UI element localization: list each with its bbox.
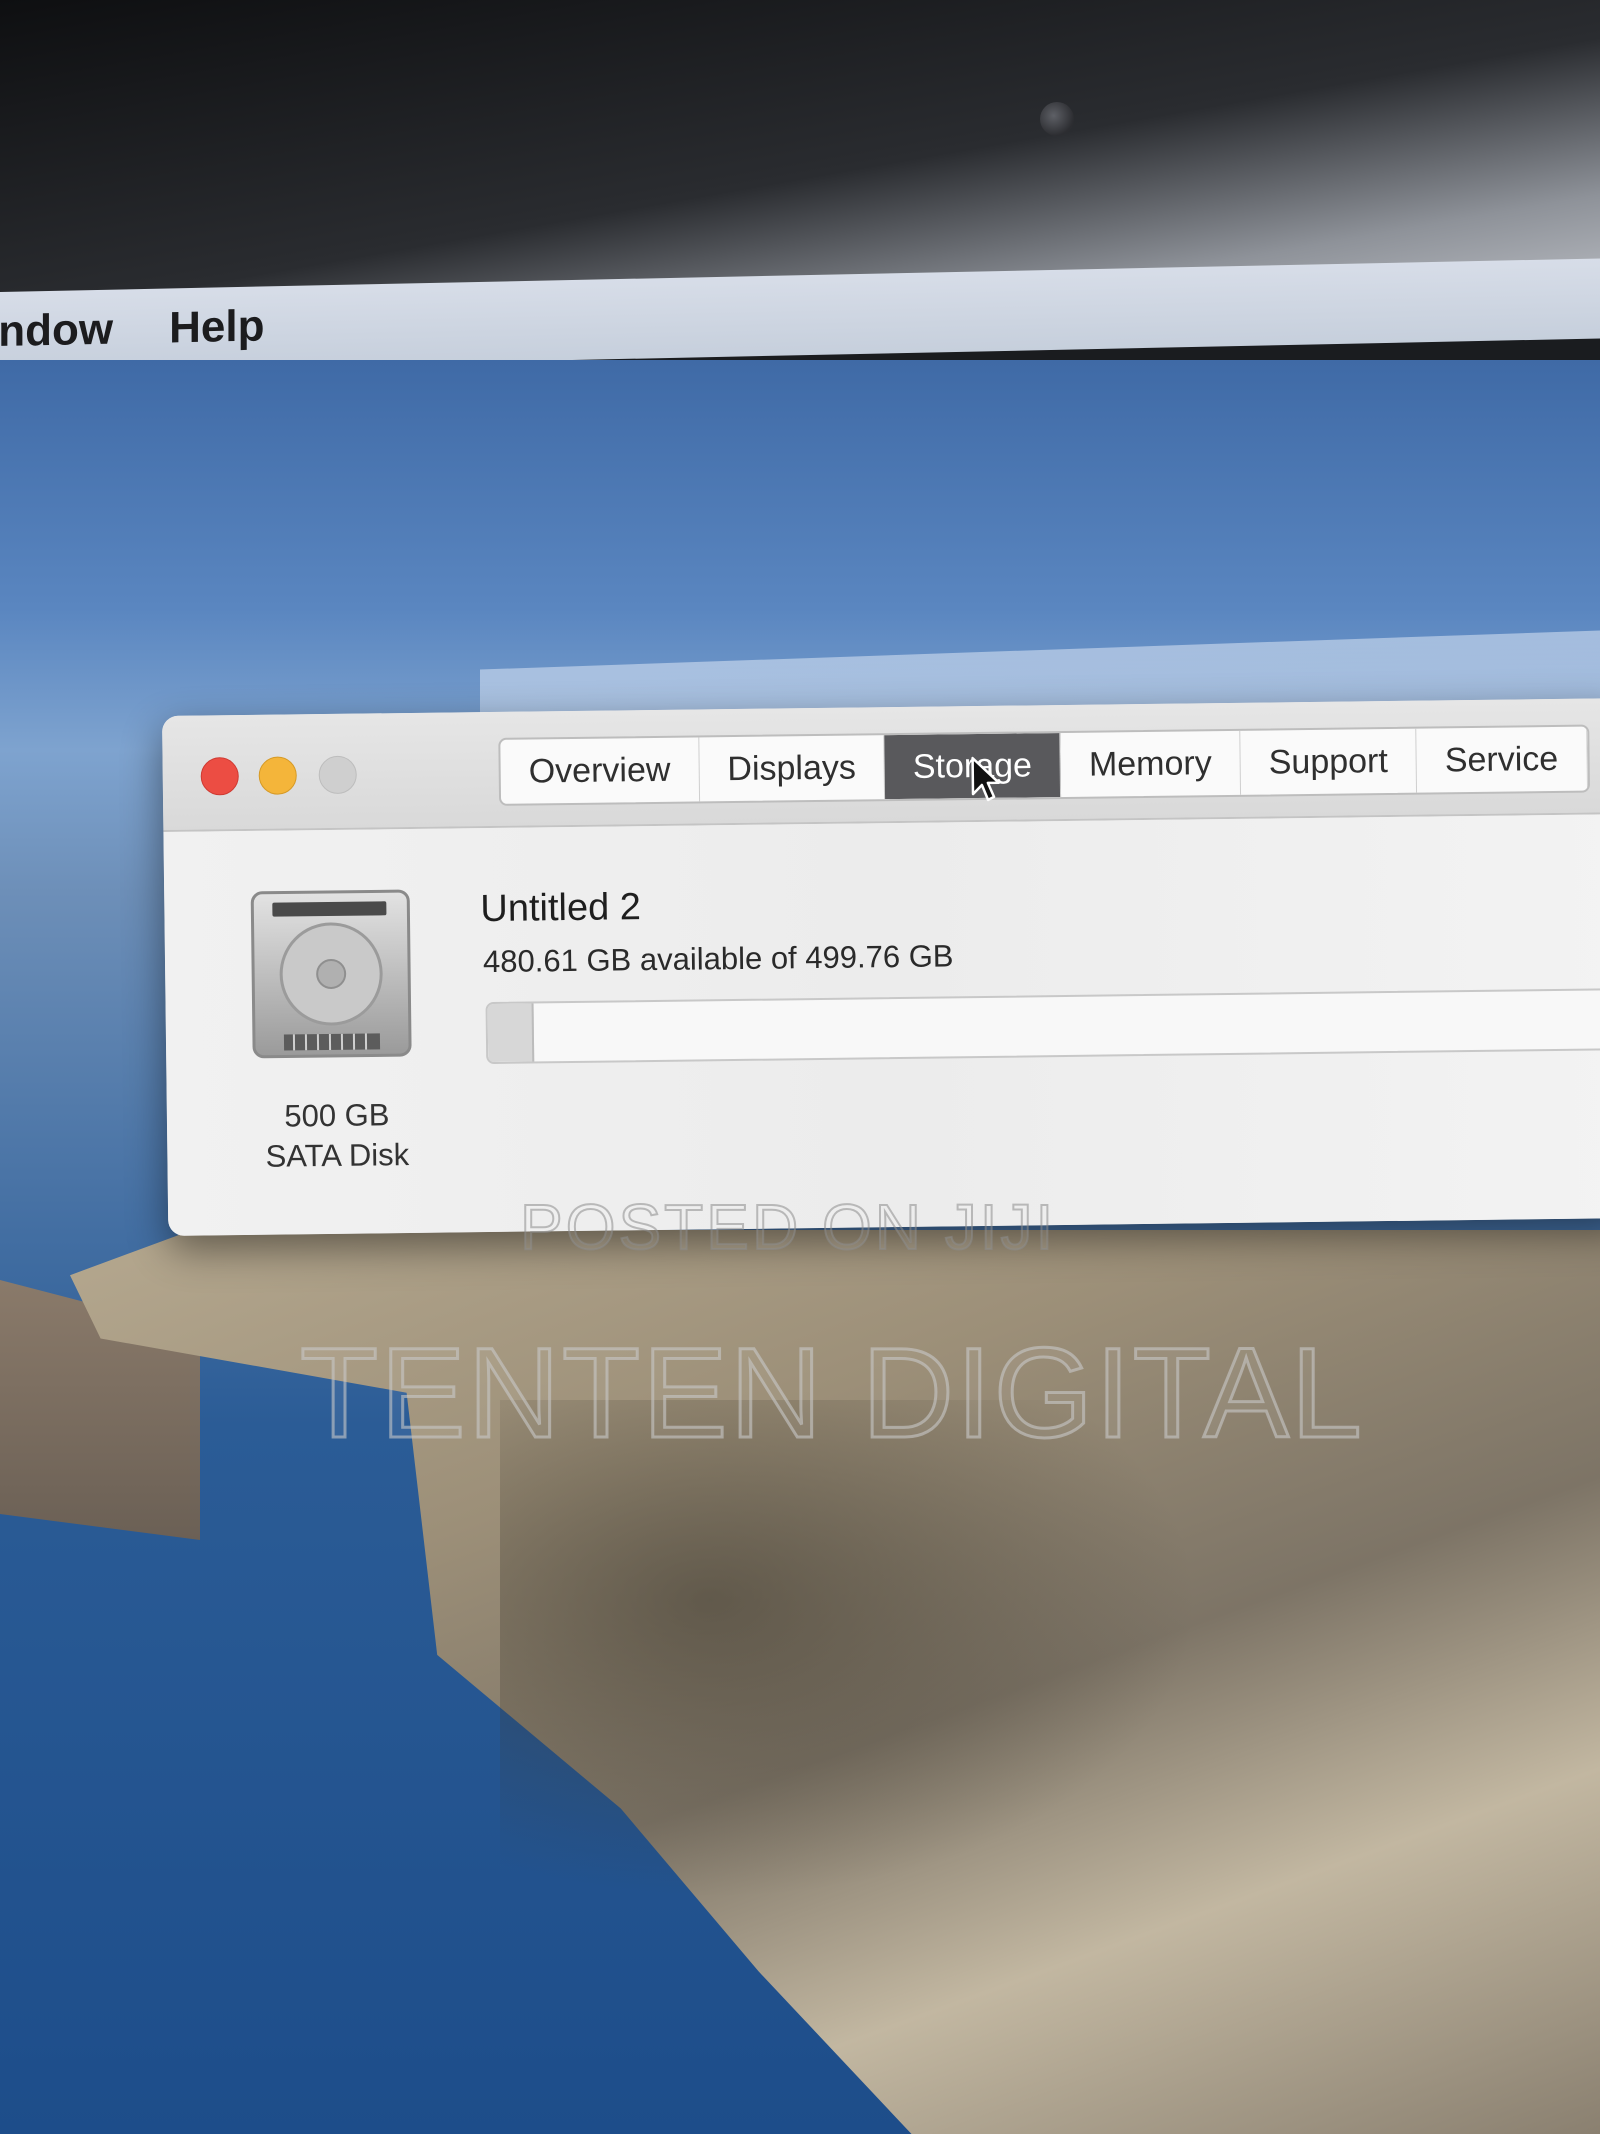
wallpaper-shadow: [500, 1400, 1200, 1900]
tab-displays[interactable]: Displays: [699, 735, 886, 802]
tab-service[interactable]: Service: [1416, 726, 1588, 793]
window-titlebar[interactable]: Overview Displays Storage Memory Support…: [162, 698, 1600, 832]
zoom-button: [318, 755, 357, 795]
hard-disk-icon: [250, 889, 412, 1059]
screen-bezel: [0, 0, 1600, 300]
mouse-pointer-icon: [971, 756, 1001, 802]
storage-usage-fill: [487, 1003, 535, 1063]
volume-availability: 480.61 GB available of 499.76 GB: [482, 938, 954, 980]
menu-window[interactable]: indow: [0, 305, 113, 358]
tab-memory[interactable]: Memory: [1060, 730, 1242, 798]
minimize-button[interactable]: [258, 756, 297, 795]
tab-support[interactable]: Support: [1240, 728, 1418, 795]
watermark-posted: POSTED ON JIJI: [519, 1190, 1057, 1264]
camera-icon: [1040, 102, 1074, 136]
close-button[interactable]: [200, 757, 239, 796]
volume-name: Untitled 2: [480, 886, 642, 931]
watermark-brand: TENTEN DIGITAL: [299, 1321, 1364, 1467]
disk-type: SATA Disk: [265, 1137, 410, 1174]
menu-help[interactable]: Help: [169, 301, 264, 353]
tab-bar: Overview Displays Storage Memory Support…: [498, 724, 1590, 806]
about-this-mac-window: Overview Displays Storage Memory Support…: [162, 698, 1600, 1236]
tab-overview[interactable]: Overview: [500, 737, 700, 804]
disk-capacity: 500 GB: [284, 1097, 390, 1134]
storage-usage-bar: [485, 987, 1600, 1065]
storage-panel: 500 GB SATA Disk Untitled 2 480.61 GB av…: [163, 814, 1600, 1236]
